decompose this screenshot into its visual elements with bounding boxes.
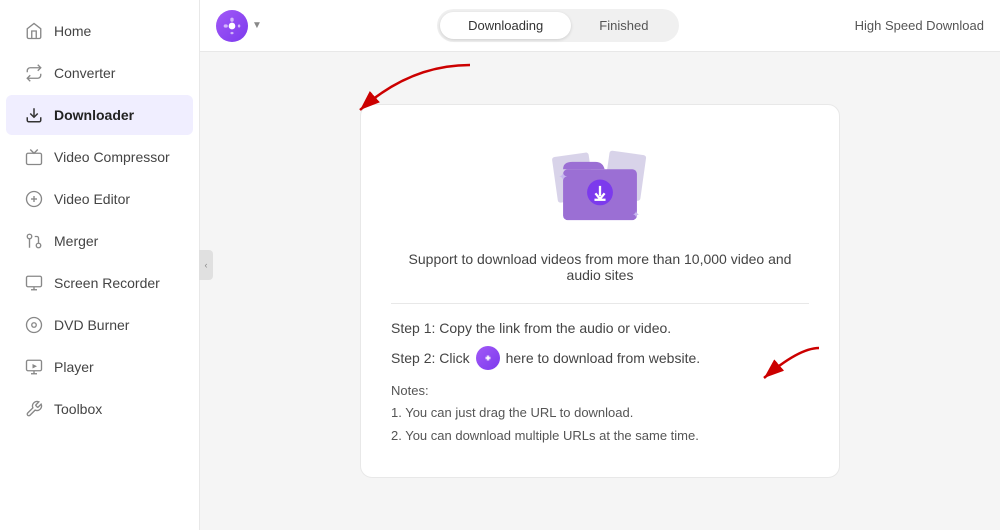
add-download-icon [476,346,500,370]
sidebar-item-screen-recorder[interactable]: Screen Recorder [6,263,193,303]
support-text: Support to download videos from more tha… [391,251,809,283]
sidebar-item-home[interactable]: Home [6,11,193,51]
merger-icon [24,231,44,251]
dvd-burner-icon [24,315,44,335]
step-1-row: Step 1: Copy the link from the audio or … [391,320,809,336]
content-area: ✦ ✦ Support to download videos from more… [200,52,1000,530]
tab-finished[interactable]: Finished [571,12,676,39]
main-area: ▼ Downloading Finished High Speed Downlo… [200,0,1000,530]
note-2: 2. You can download multiple URLs at the… [391,425,809,447]
sidebar-collapse-button[interactable]: ‹ [199,250,213,280]
sidebar-item-label: Player [54,359,94,375]
sidebar-item-dvd-burner[interactable]: DVD Burner [6,305,193,345]
sidebar-item-player[interactable]: Player [6,347,193,387]
sidebar-item-label: Toolbox [54,401,102,417]
sidebar-item-video-editor[interactable]: Video Editor [6,179,193,219]
sidebar-item-toolbox[interactable]: Toolbox [6,389,193,429]
folder-illustration: ✦ ✦ [540,135,660,235]
downloader-icon [24,105,44,125]
logo-icon [216,10,248,42]
sidebar-item-video-compressor[interactable]: Video Compressor [6,137,193,177]
logo-dropdown-caret[interactable]: ▼ [252,20,262,31]
divider-1 [391,303,809,304]
sidebar-item-label: Screen Recorder [54,275,160,291]
sidebar-item-label: DVD Burner [54,317,129,333]
svg-text:✦: ✦ [632,210,640,220]
video-editor-icon [24,189,44,209]
notes-title: Notes: [391,380,809,402]
screen-recorder-icon [24,273,44,293]
sidebar-item-merger[interactable]: Merger [6,221,193,261]
toolbox-icon [24,399,44,419]
high-speed-label: High Speed Download [855,18,984,33]
tab-group: Downloading Finished [437,9,679,42]
svg-text:✦: ✦ [558,172,567,184]
notes-section: Notes: 1. You can just drag the URL to d… [391,380,809,446]
sidebar-item-label: Video Editor [54,191,130,207]
home-icon [24,21,44,41]
note-1: 1. You can just drag the URL to download… [391,402,809,424]
sidebar-item-downloader[interactable]: Downloader [6,95,193,135]
sidebar-item-label: Home [54,23,91,39]
sidebar-item-converter[interactable]: Converter [6,53,193,93]
step-2-prefix: Step 2: Click [391,350,470,366]
topbar: ▼ Downloading Finished High Speed Downlo… [200,0,1000,52]
converter-icon [24,63,44,83]
step-2-suffix: here to download from website. [506,350,701,366]
steps-section: Step 1: Copy the link from the audio or … [391,320,809,446]
sidebar-item-label: Merger [54,233,98,249]
video-compressor-icon [24,147,44,167]
step-2-row: Step 2: Click here to download from webs… [391,346,809,370]
app-logo: ▼ [216,10,262,42]
player-icon [24,357,44,377]
sidebar-item-label: Converter [54,65,115,81]
tab-downloading[interactable]: Downloading [440,12,571,39]
sidebar-item-label: Video Compressor [54,149,170,165]
sidebar-item-label: Downloader [54,107,134,123]
info-card: ✦ ✦ Support to download videos from more… [360,104,840,477]
sidebar: Home Converter Downloader [0,0,200,530]
step-1-text: Step 1: Copy the link from the audio or … [391,320,671,336]
